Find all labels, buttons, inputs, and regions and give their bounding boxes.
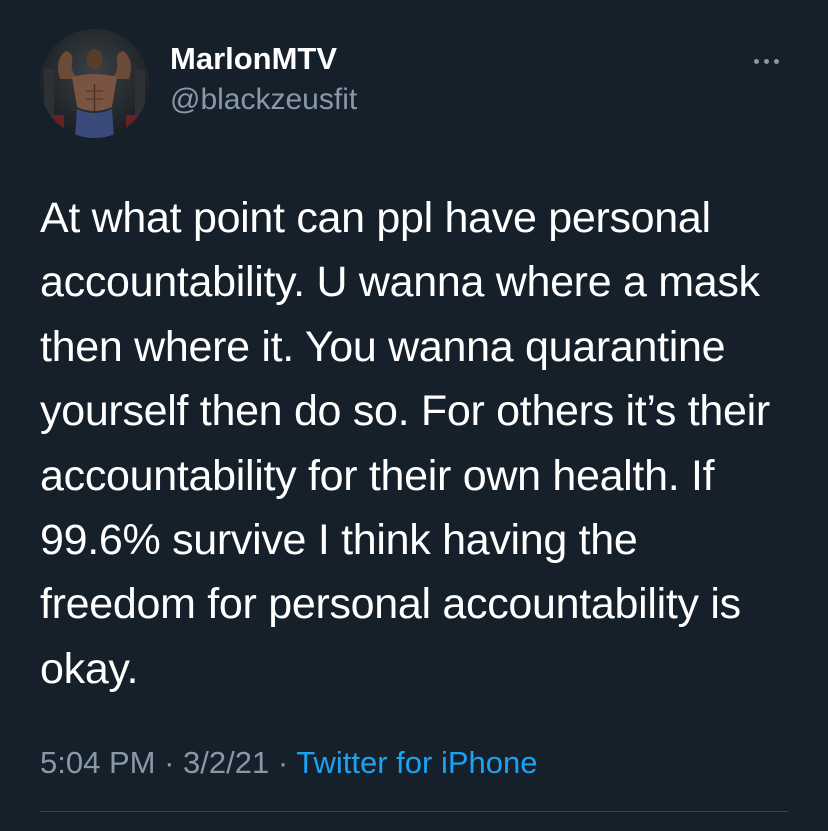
tweet-container: MarlonMTV @blackzeusfit At what point ca… — [0, 0, 828, 831]
more-dot — [763, 58, 769, 64]
tweet-source-link[interactable]: Twitter for iPhone — [296, 745, 537, 780]
more-dot — [753, 58, 759, 64]
meta-separator: · — [277, 745, 289, 780]
tweet-text-line: accountability. U wanna where a mask — [40, 258, 760, 307]
tweet-text: At what point can ppl have personal acco… — [40, 186, 800, 701]
tweet-text-line: yourself then do so. For others it’s the… — [40, 387, 770, 436]
tweet-text-line: freedom for personal accountability is — [40, 580, 741, 629]
author-display-name[interactable]: MarlonMTV — [170, 41, 337, 77]
tweet-meta: 5:04 PM · 3/2/21 · Twitter for iPhone — [40, 745, 537, 781]
tweet-time[interactable]: 5:04 PM — [40, 745, 155, 780]
avatar[interactable] — [40, 29, 149, 138]
author-handle[interactable]: @blackzeusfit — [170, 83, 357, 117]
tweet-text-line: At what point can ppl have personal — [40, 194, 711, 242]
more-dot — [773, 58, 779, 64]
tweet-text-line: then where it. You wanna quarantine — [40, 322, 726, 371]
profile-photo-icon — [40, 29, 149, 138]
divider — [40, 811, 788, 812]
tweet-text-line: 99.6% survive I think having the — [40, 516, 638, 565]
tweet-date[interactable]: 3/2/21 — [183, 745, 269, 780]
meta-separator: · — [164, 745, 175, 780]
tweet-text-line: accountability for their own health. If — [40, 451, 715, 500]
tweet-text-line: okay. — [40, 644, 139, 693]
more-options-icon[interactable] — [742, 46, 790, 76]
